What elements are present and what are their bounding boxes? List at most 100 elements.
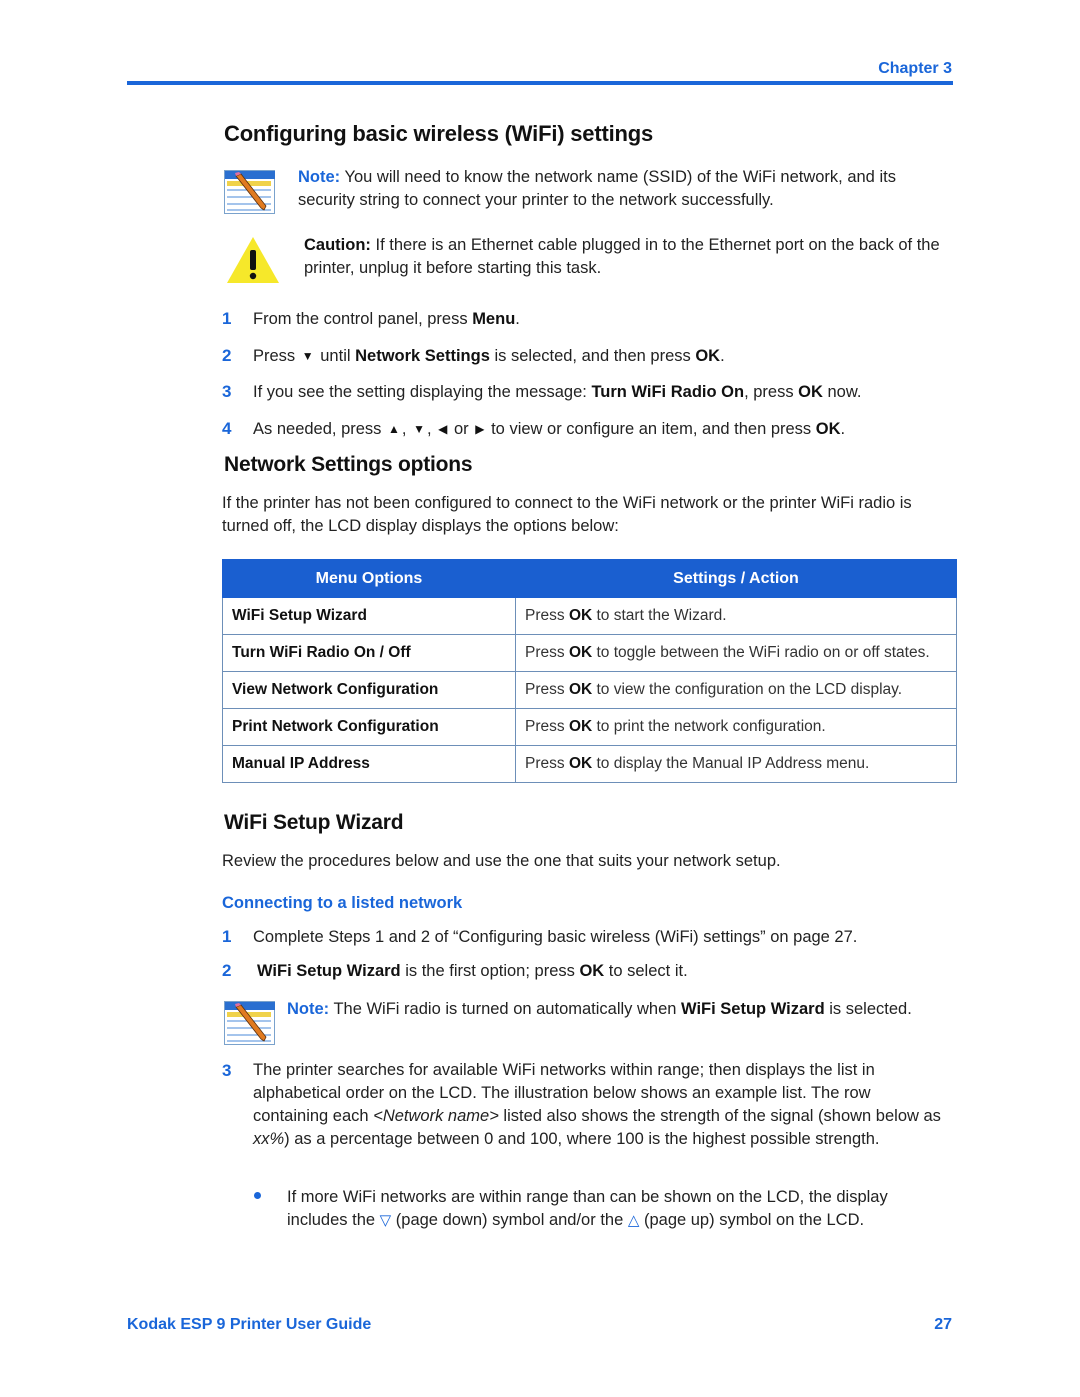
ok-key: OK <box>568 755 593 772</box>
ok-key: OK <box>568 718 593 735</box>
step-text: As needed, press ▲, ▼, ◀ or ▶ to view or… <box>253 418 845 441</box>
bullet-text: If more WiFi networks are within range t… <box>287 1186 952 1232</box>
menu-option: Manual IP Address <box>222 745 516 783</box>
ok-key: OK <box>568 607 593 624</box>
step-number: 4 <box>222 419 232 438</box>
step-text-part: If you see the setting displaying the me… <box>253 383 592 401</box>
setting-action: Press OK to start the Wizard. <box>515 597 957 635</box>
note-pencil-icon <box>224 1001 276 1051</box>
menu-options-table: Menu Options Settings / Action WiFi Setu… <box>222 559 957 783</box>
down-arrow-icon: ▼ <box>301 349 314 363</box>
menu-key: Menu <box>472 310 516 328</box>
chapter-label: Chapter 3 <box>878 60 952 77</box>
turn-wifi-radio-on-key: Turn WiFi Radio On <box>591 383 745 401</box>
menu-option: View Network Configuration <box>222 671 516 709</box>
step-text: If you see the setting displaying the me… <box>253 381 861 404</box>
step-text-part: now. <box>822 383 862 401</box>
menu-option: WiFi Setup Wizard <box>222 597 516 635</box>
left-arrow-icon: ◀ <box>438 422 448 436</box>
step-text-part: As needed, press <box>253 420 382 438</box>
warning-icon <box>225 235 281 290</box>
step-text-part: listed also shows the strength of the si… <box>498 1107 941 1125</box>
caution-text: If there is an Ethernet cable plugged in… <box>304 236 940 277</box>
section-title-network-settings-options: Network Settings options <box>224 453 473 476</box>
step-number: 2 <box>222 346 232 365</box>
ok-key: OK <box>579 962 605 980</box>
note-label: Note: <box>298 168 341 186</box>
note-pencil-icon <box>224 170 276 220</box>
action-text: to start the Wizard. <box>592 607 727 624</box>
step-text: From the control panel, press Menu. <box>253 308 520 331</box>
action-text: to display the Manual IP Address menu. <box>592 755 870 772</box>
note-label: Note: <box>287 1000 330 1018</box>
note-box: Note: You will need to know the network … <box>298 166 948 212</box>
bullet-icon <box>254 1192 261 1199</box>
step-text-part: . <box>720 347 725 365</box>
step-text-part: to view or configure an item, and then p… <box>491 420 816 438</box>
action-text: Press <box>525 718 569 735</box>
step-number: 1 <box>222 927 232 946</box>
action-text: Press <box>525 755 569 772</box>
table-header-row: Menu Options Settings / Action <box>222 559 957 598</box>
down-arrow-icon: ▼ <box>413 422 425 436</box>
action-text: to view the configuration on the LCD dis… <box>592 681 903 698</box>
step-text-part: . <box>840 420 846 438</box>
table-row: View Network Configuration Press OK to v… <box>222 671 957 709</box>
network-name-placeholder: <Network name> <box>373 1107 499 1125</box>
step-text-part: or <box>454 420 469 438</box>
subheading-connecting-listed-network: Connecting to a listed network <box>222 894 463 912</box>
caution-label: Caution: <box>304 236 371 254</box>
step-text-part: until <box>315 347 356 365</box>
column-header-settings-action: Settings / Action <box>515 559 957 598</box>
section-title-configuring-wifi: Configuring basic wireless (WiFi) settin… <box>224 121 654 146</box>
step-text: Complete Steps 1 and 2 of “Configuring b… <box>253 928 858 946</box>
step-number: 2 <box>222 961 232 980</box>
step-text: WiFi Setup Wizard is the first option; p… <box>257 960 688 983</box>
setting-action: Press OK to toggle between the WiFi radi… <box>515 634 957 672</box>
network-settings-key: Network Settings <box>355 347 490 365</box>
setting-action: Press OK to display the Manual IP Addres… <box>515 745 957 783</box>
action-text: Press <box>525 644 569 661</box>
up-arrow-icon: ▲ <box>388 422 400 436</box>
note-text: The WiFi radio is turned on automaticall… <box>333 1000 682 1018</box>
ok-key: OK <box>695 347 721 365</box>
ok-key: OK <box>798 383 823 401</box>
page-down-icon: ▽ <box>379 1212 392 1229</box>
step-text: Press ▼ until Network Settings is select… <box>253 345 725 368</box>
menu-option: Print Network Configuration <box>222 708 516 746</box>
page-up-icon: △ <box>627 1212 640 1229</box>
step-text: The printer searches for available WiFi … <box>253 1059 948 1151</box>
section-title-wifi-setup-wizard: WiFi Setup Wizard <box>224 811 404 834</box>
separator: , <box>426 420 432 438</box>
action-text: to toggle between the WiFi radio on or o… <box>592 644 930 661</box>
header-rule <box>127 81 953 85</box>
action-text: Press <box>525 681 569 698</box>
setting-action: Press OK to print the network configurat… <box>515 708 957 746</box>
ok-key: OK <box>815 420 841 438</box>
page-number: 27 <box>934 1316 952 1333</box>
footer-guide-title: Kodak ESP 9 Printer User Guide <box>127 1316 372 1333</box>
step-text-part: , press <box>744 383 799 401</box>
wifi-setup-wizard-key: WiFi Setup Wizard <box>681 1000 825 1018</box>
step-text-part: Press <box>253 347 296 365</box>
table-row: Print Network Configuration Press OK to … <box>222 708 957 746</box>
section-intro: If the printer has not been configured t… <box>222 494 912 535</box>
right-arrow-icon: ▶ <box>475 422 485 436</box>
menu-option: Turn WiFi Radio On / Off <box>222 634 516 672</box>
ok-key: OK <box>568 644 593 661</box>
section-intro: Review the procedures below and use the … <box>222 852 781 870</box>
separator: , <box>401 420 407 438</box>
wifi-setup-wizard-key: WiFi Setup Wizard <box>257 962 401 980</box>
table-row: Manual IP Address Press OK to display th… <box>222 745 957 783</box>
step-text-part: to select it. <box>604 962 688 980</box>
note-text: is selected. <box>824 1000 912 1018</box>
table-row: WiFi Setup Wizard Press OK to start the … <box>222 597 957 635</box>
step-text-part: is selected, and then press <box>489 347 696 365</box>
caution-box: Caution: If there is an Ethernet cable p… <box>304 234 949 280</box>
step-text-part: From the control panel, press <box>253 310 473 328</box>
step-number: 3 <box>222 382 232 401</box>
step-number: 3 <box>222 1061 232 1080</box>
signal-strength-placeholder: xx% <box>253 1130 285 1148</box>
ok-key: OK <box>568 681 593 698</box>
bullet-text-part: (page up) symbol on the LCD. <box>639 1211 865 1229</box>
